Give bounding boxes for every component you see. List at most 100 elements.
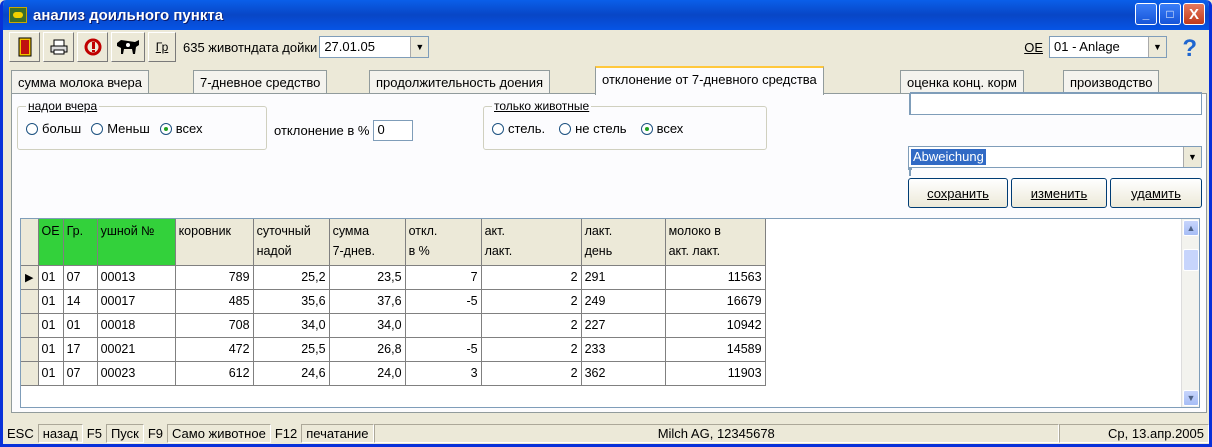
tab-concentrate-feed[interactable]: оценка конц. корм: [900, 70, 1024, 94]
cow-button[interactable]: [111, 32, 145, 62]
preset-select[interactable]: [910, 93, 1202, 115]
alert-button[interactable]: [77, 32, 108, 62]
table-cell[interactable]: 34,0: [329, 313, 406, 338]
table-row[interactable]: 01 14 00017 485 35,6 37,6 -5 2 249 16679: [21, 289, 766, 314]
table-cell[interactable]: 23,5: [329, 265, 406, 290]
tab-milking-duration[interactable]: продолжительность доения: [369, 70, 551, 94]
table-cell[interactable]: -5: [405, 337, 482, 362]
deviation-input[interactable]: 0: [373, 120, 414, 141]
table-cell[interactable]: 01: [38, 337, 64, 362]
status-print[interactable]: печатание: [301, 423, 374, 443]
chevron-down-icon[interactable]: ▼: [1148, 37, 1166, 57]
tab-milk-sum-yesterday[interactable]: сумма молока вчера: [11, 70, 150, 94]
table-cell[interactable]: 14: [63, 289, 98, 314]
table-row[interactable]: 01 17 00021 472 25,5 26,8 -5 2 233 14589: [21, 337, 766, 362]
chevron-down-icon[interactable]: ▼: [1183, 147, 1201, 167]
table-cell[interactable]: 01: [38, 361, 64, 386]
table-cell[interactable]: -5: [405, 289, 482, 314]
scroll-down-icon[interactable]: ▼: [1183, 390, 1199, 406]
table-cell[interactable]: 227: [581, 313, 666, 338]
table-cell[interactable]: 291: [581, 265, 666, 290]
table-cell[interactable]: 00018: [97, 313, 176, 338]
not-pregnant-radio[interactable]: не стель: [559, 121, 627, 136]
column-header-milk-lactation[interactable]: молоко в акт. лакт.: [665, 219, 766, 266]
vertical-scrollbar[interactable]: ▲ ▼: [1181, 219, 1199, 407]
table-cell[interactable]: 362: [581, 361, 666, 386]
column-header-barn[interactable]: коровник: [175, 219, 254, 266]
table-cell[interactable]: 01: [38, 265, 64, 290]
table-cell[interactable]: 00023: [97, 361, 176, 386]
table-cell[interactable]: 25,5: [253, 337, 330, 362]
table-cell[interactable]: 01: [38, 289, 64, 314]
table-cell[interactable]: 249: [581, 289, 666, 314]
table-cell[interactable]: 07: [63, 265, 98, 290]
table-cell[interactable]: 708: [175, 313, 254, 338]
table-cell[interactable]: 2: [481, 289, 582, 314]
column-header-oe[interactable]: OE: [38, 219, 64, 266]
table-cell[interactable]: 2: [481, 337, 582, 362]
status-animal[interactable]: Само животное: [167, 423, 271, 443]
yield-less-radio[interactable]: Меньш: [91, 121, 150, 136]
tab-7-day-average[interactable]: 7-дневное средство: [193, 70, 328, 94]
table-cell[interactable]: 16679: [665, 289, 766, 314]
table-cell[interactable]: 24,6: [253, 361, 330, 386]
column-header-daily-yield[interactable]: суточный надой: [253, 219, 330, 266]
save-button[interactable]: сохранить: [908, 178, 1008, 208]
tab-production[interactable]: производство: [1063, 70, 1160, 94]
table-cell[interactable]: 789: [175, 265, 254, 290]
table-cell[interactable]: 35,6: [253, 289, 330, 314]
yield-all-radio[interactable]: всех: [159, 121, 203, 136]
table-cell[interactable]: 472: [175, 337, 254, 362]
table-cell[interactable]: 07: [63, 361, 98, 386]
table-cell[interactable]: [405, 313, 482, 338]
scroll-up-icon[interactable]: ▲: [1183, 220, 1199, 236]
chevron-down-icon[interactable]: ▼: [410, 37, 429, 57]
table-row[interactable]: 01 07 00023 612 24,6 24,0 3 2 362 11903: [21, 361, 766, 386]
column-header-current-lactation[interactable]: акт. лакт.: [481, 219, 582, 266]
table-row[interactable]: 01 01 00018 708 34,0 34,0 2 227 10942: [21, 313, 766, 338]
row-indicator[interactable]: [21, 313, 39, 338]
change-button[interactable]: изменить: [1011, 178, 1107, 208]
table-cell[interactable]: 34,0: [253, 313, 330, 338]
row-indicator[interactable]: [21, 361, 39, 386]
minimize-button[interactable]: _: [1135, 3, 1157, 25]
row-indicator[interactable]: [21, 289, 39, 314]
table-cell[interactable]: 10942: [665, 313, 766, 338]
table-cell[interactable]: 3: [405, 361, 482, 386]
table-cell[interactable]: 01: [38, 313, 64, 338]
group-button[interactable]: Гр: [148, 32, 176, 62]
delete-button[interactable]: удамить: [1110, 178, 1202, 208]
close-button[interactable]: X: [1183, 3, 1205, 25]
table-row[interactable]: ▶ 01 07 00013 789 25,2 23,5 7 2 291 11563: [21, 265, 766, 290]
table-cell[interactable]: 612: [175, 361, 254, 386]
tab-deviation-7-day[interactable]: отклонение от 7-дневного средства: [595, 66, 824, 95]
table-cell[interactable]: 24,0: [329, 361, 406, 386]
table-cell[interactable]: 00013: [97, 265, 176, 290]
column-header-group[interactable]: Гр.: [63, 219, 98, 266]
status-start[interactable]: Пуск: [105, 423, 144, 443]
column-header-7-day-sum[interactable]: сумма 7-днев.: [329, 219, 406, 266]
yield-more-radio[interactable]: больш: [26, 121, 81, 136]
table-cell[interactable]: 14589: [665, 337, 766, 362]
oe-select[interactable]: 01 - Anlage ▼: [1049, 36, 1167, 58]
table-cell[interactable]: 233: [581, 337, 666, 362]
table-cell[interactable]: 2: [481, 361, 582, 386]
help-icon[interactable]: ?: [1182, 35, 1197, 63]
table-cell[interactable]: 01: [63, 313, 98, 338]
maximize-button[interactable]: □: [1159, 3, 1181, 25]
pregnant-radio[interactable]: стель.: [492, 121, 545, 136]
row-indicator[interactable]: [21, 337, 39, 362]
column-header-lactation-day[interactable]: лакт. день: [581, 219, 666, 266]
table-cell[interactable]: 2: [481, 265, 582, 290]
table-cell[interactable]: 00021: [97, 337, 176, 362]
animal-grid[interactable]: OE Гр. ушной № коровник суточный надой су…: [20, 218, 1200, 408]
status-back[interactable]: назад: [37, 423, 83, 443]
table-cell[interactable]: 25,2: [253, 265, 330, 290]
table-cell[interactable]: 26,8: [329, 337, 406, 362]
milking-date-select[interactable]: 27.01.05 ▼: [319, 36, 430, 58]
scroll-thumb[interactable]: [1183, 249, 1199, 271]
table-cell[interactable]: 485: [175, 289, 254, 314]
table-cell[interactable]: 7: [405, 265, 482, 290]
title-bar[interactable]: анализ доильного пункта _ □ X: [3, 0, 1209, 30]
row-indicator[interactable]: ▶: [21, 265, 39, 290]
